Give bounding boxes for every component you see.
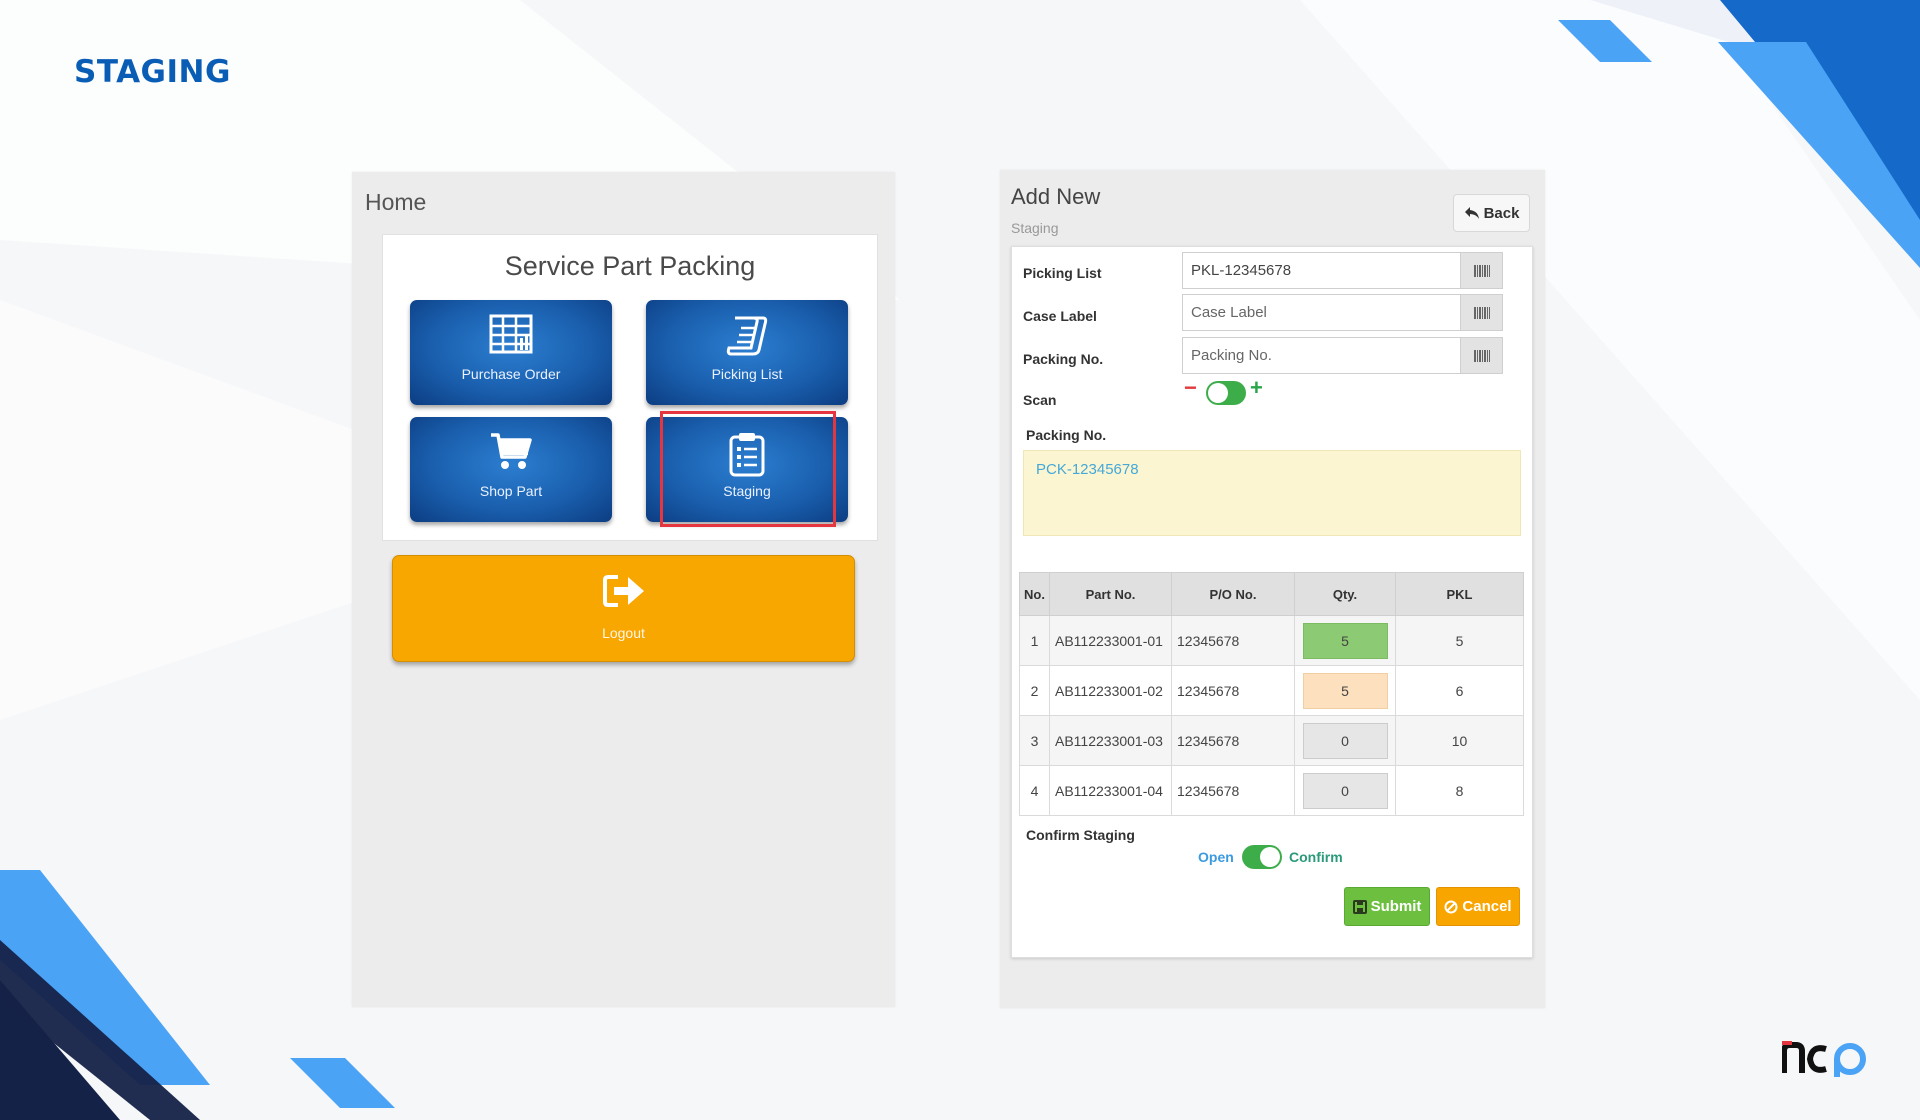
po-no: 12345678 [1171,665,1295,716]
qty-cell: 5 [1294,665,1396,716]
picking-list-input[interactable] [1183,253,1462,288]
sign-out-icon [603,575,644,607]
packing-no-input-group [1182,337,1503,374]
packing-no-list: PCK-12345678 [1023,450,1521,536]
qty-cell: 0 [1294,715,1396,766]
barcode-icon [1473,306,1490,319]
confirm-option-label: Confirm [1289,849,1343,865]
barcode-scan-button[interactable] [1460,338,1502,373]
qty-input[interactable]: 5 [1302,672,1388,709]
barcode-icon [1473,349,1490,362]
scan-label: Scan [1023,392,1057,408]
reply-arrow-icon [1464,207,1479,219]
case-label-input-group [1182,294,1503,331]
staging-highlight-box [660,411,836,527]
page-title: Add New [1011,184,1101,209]
scan-toggle[interactable] [1206,381,1246,405]
packing-no-list-label: Packing No. [1026,427,1107,443]
pkl-qty: 10 [1395,715,1524,766]
save-icon [1352,899,1367,914]
barcode-icon [1473,264,1490,277]
table-row[interactable]: 2 AB112233001-02 12345678 5 6 [1019,665,1524,716]
picking-list-tile[interactable]: Picking List [646,300,848,405]
page-subtitle: Staging [1011,220,1059,236]
ncp-logo-mark [1781,1041,1866,1077]
shop-part-tile[interactable]: Shop Part [410,417,612,522]
col-header-pkl: PKL [1395,572,1524,616]
add-new-screen: Add New Staging Back Picking List Case L… [1000,170,1545,1008]
table-header-row: No. Part No. P/O No. Qty. PKL [1019,572,1524,616]
pkl-qty: 6 [1395,665,1524,716]
staging-form: Picking List Case Label [1011,246,1533,958]
submit-button[interactable]: Submit [1344,887,1430,926]
cancel-button[interactable]: Cancel [1436,887,1520,926]
tile-label: Shop Part [479,483,543,499]
table-chart-icon [489,314,533,354]
logout-button[interactable]: Logout [392,555,855,662]
row-no: 3 [1019,715,1050,766]
scan-minus-sign: − [1184,375,1197,400]
po-no: 12345678 [1171,615,1295,666]
qty-input[interactable]: 5 [1302,622,1388,659]
qty-cell: 5 [1294,615,1396,666]
qty-input[interactable]: 0 [1302,772,1388,809]
tile-label: Picking List [711,366,783,382]
packing-no-entry[interactable]: PCK-12345678 [1036,461,1139,478]
slide-title: STAGING [74,54,231,90]
col-header-part-no: Part No. [1049,572,1172,616]
table-row[interactable]: 1 AB112233001-01 12345678 5 5 [1019,615,1524,666]
po-no: 12345678 [1171,765,1295,816]
background-decoration [0,0,1920,1120]
col-header-qty: Qty. [1294,572,1396,616]
purchase-order-tile[interactable]: Purchase Order [410,300,612,405]
qty-cell: 0 [1294,765,1396,816]
shopping-cart-icon [491,433,532,469]
cancel-label: Cancel [1462,898,1512,915]
part-no: AB112233001-01 [1049,615,1172,666]
open-option-label: Open [1198,849,1234,865]
ban-icon [1444,900,1458,913]
case-label-input[interactable] [1183,295,1462,330]
scroll-list-icon [726,316,768,356]
confirm-staging-label: Confirm Staging [1026,827,1135,843]
picking-list-label: Picking List [1023,265,1102,281]
part-no: AB112233001-03 [1049,715,1172,766]
barcode-scan-button[interactable] [1460,253,1502,288]
row-no: 1 [1019,615,1050,666]
col-header-po-no: P/O No. [1171,572,1295,616]
back-button[interactable]: Back [1453,194,1530,232]
packing-no-label: Packing No. [1023,351,1104,367]
confirm-staging-toggle[interactable] [1242,845,1282,869]
case-label-label: Case Label [1023,308,1097,324]
part-no: AB112233001-04 [1049,765,1172,816]
card-title: Service Part Packing [504,251,756,281]
table-row[interactable]: 3 AB112233001-03 12345678 0 10 [1019,715,1524,766]
submit-label: Submit [1370,898,1422,915]
pkl-qty: 5 [1395,615,1524,666]
part-no: AB112233001-02 [1049,665,1172,716]
table-row[interactable]: 4 AB112233001-04 12345678 0 8 [1019,765,1524,816]
col-header-no: No. [1019,572,1050,616]
home-heading: Home [365,189,427,215]
scan-plus-sign: + [1250,375,1263,400]
row-no: 2 [1019,665,1050,716]
ncp-logo [1781,1039,1874,1084]
staging-items-table: No. Part No. P/O No. Qty. PKL 1 AB112233… [1019,572,1524,816]
home-screen: Home Service Part Packing Purchase Order [352,172,895,1007]
po-no: 12345678 [1171,715,1295,766]
tile-label: Purchase Order [461,366,561,382]
logout-label: Logout [602,625,645,641]
barcode-scan-button[interactable] [1460,295,1502,330]
pkl-qty: 8 [1395,765,1524,816]
packing-no-input[interactable] [1183,338,1462,373]
back-label: Back [1483,204,1520,222]
qty-input[interactable]: 0 [1302,722,1388,759]
row-no: 4 [1019,765,1050,816]
picking-list-input-group [1182,252,1503,289]
